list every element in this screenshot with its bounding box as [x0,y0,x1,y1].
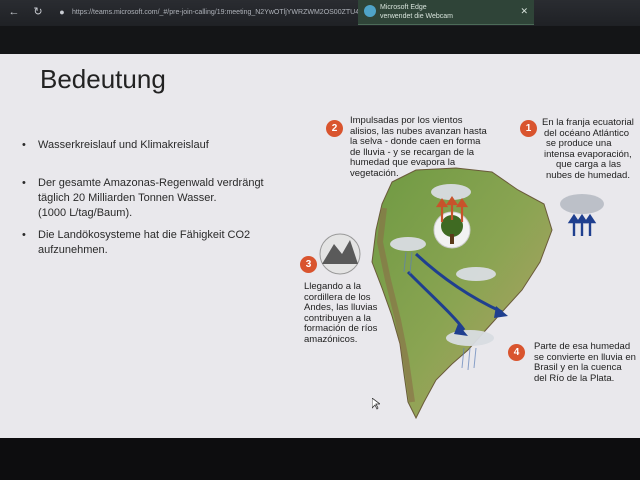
step-4-line: del Río de la Plata. [534,372,615,384]
step-2-line: la selva - donde caen en forma [350,136,481,147]
step-1-line: nubes de humedad. [546,169,630,181]
webcam-notification[interactable]: Microsoft Edge verwendet die Webcam ✕ [358,0,534,25]
step-3-line: formación de ríos [304,323,378,334]
mouse-cursor-icon [372,398,380,410]
step-3-text: Llegando a la cordillera de los Andes, l… [304,281,378,345]
step-2-line: vegetación. [350,167,399,179]
step-3-line: amazónicos. [304,333,358,345]
step-1-line: se produce una [546,138,612,149]
bullet-line: Wasserkreislauf und Klimakreislauf [38,139,209,151]
bullet-dot: • [22,139,26,151]
step-4-line: Brasil y en la cuenca [534,362,622,373]
cloud-icon [456,267,496,281]
step-3-badge: 3 [300,256,317,273]
step-1-line: que carga a las [556,159,621,170]
lock-icon: ● [59,7,65,17]
cloud-icon [390,237,426,251]
cloud-icon [560,194,604,214]
bullet-line: (1000 L/tag/Baum). [38,207,133,219]
step-3-line: Llegando a la [304,281,362,292]
bullet-line: Die Landökosysteme hat die Fähigkeit CO2 [38,229,251,241]
slide-top-bar [0,26,640,54]
step-4-line: Parte de esa humedad [534,341,631,352]
step-2-badge: 2 [326,120,343,137]
bullet-dot: • [22,177,26,189]
step-1-line: En la franja ecuatorial [542,117,634,128]
step-1-badge: 1 [520,120,537,137]
water-cycle-infographic: 1 En la franja ecuatorial del océano Atl… [296,112,640,438]
step-4-badge: 4 [508,344,525,361]
step-4-text: Parte de esa humedad se convierte en llu… [534,341,636,384]
bullet-dot: • [22,229,26,241]
browser-toolbar: ← ↻ ● https://teams.microsoft.com/_#/pre… [0,0,640,26]
step-2-line: Impulsadas por los vientos [350,115,463,126]
bullet-line: täglich 20 Milliarden Tonnen Wasser. [38,192,217,204]
close-icon[interactable]: ✕ [520,6,528,17]
step-2-text: Impulsadas por los vientos alisios, las … [350,115,487,179]
notification-app: Microsoft Edge [380,4,427,11]
slide-title: Bedeutung [40,64,166,94]
bullet-line: aufzunehmen. [38,244,108,256]
notification-message: verwendet die Webcam [380,13,454,20]
refresh-icon[interactable]: ↻ [32,6,44,18]
bullet-line: Der gesamte Amazonas-Regenwald verdrängt [38,177,264,189]
webcam-icon [364,5,376,17]
step-3-line: Andes, las lluvias [304,302,378,313]
back-icon[interactable]: ← [8,6,20,18]
step-2-line: humedad que evapora la [350,157,456,168]
address-bar[interactable]: https://teams.microsoft.com/_#/pre-join-… [72,7,372,19]
screen-bezel [0,438,640,480]
cloud-icon [446,330,494,346]
step-1-text: En la franja ecuatorial del océano Atlán… [542,117,634,181]
